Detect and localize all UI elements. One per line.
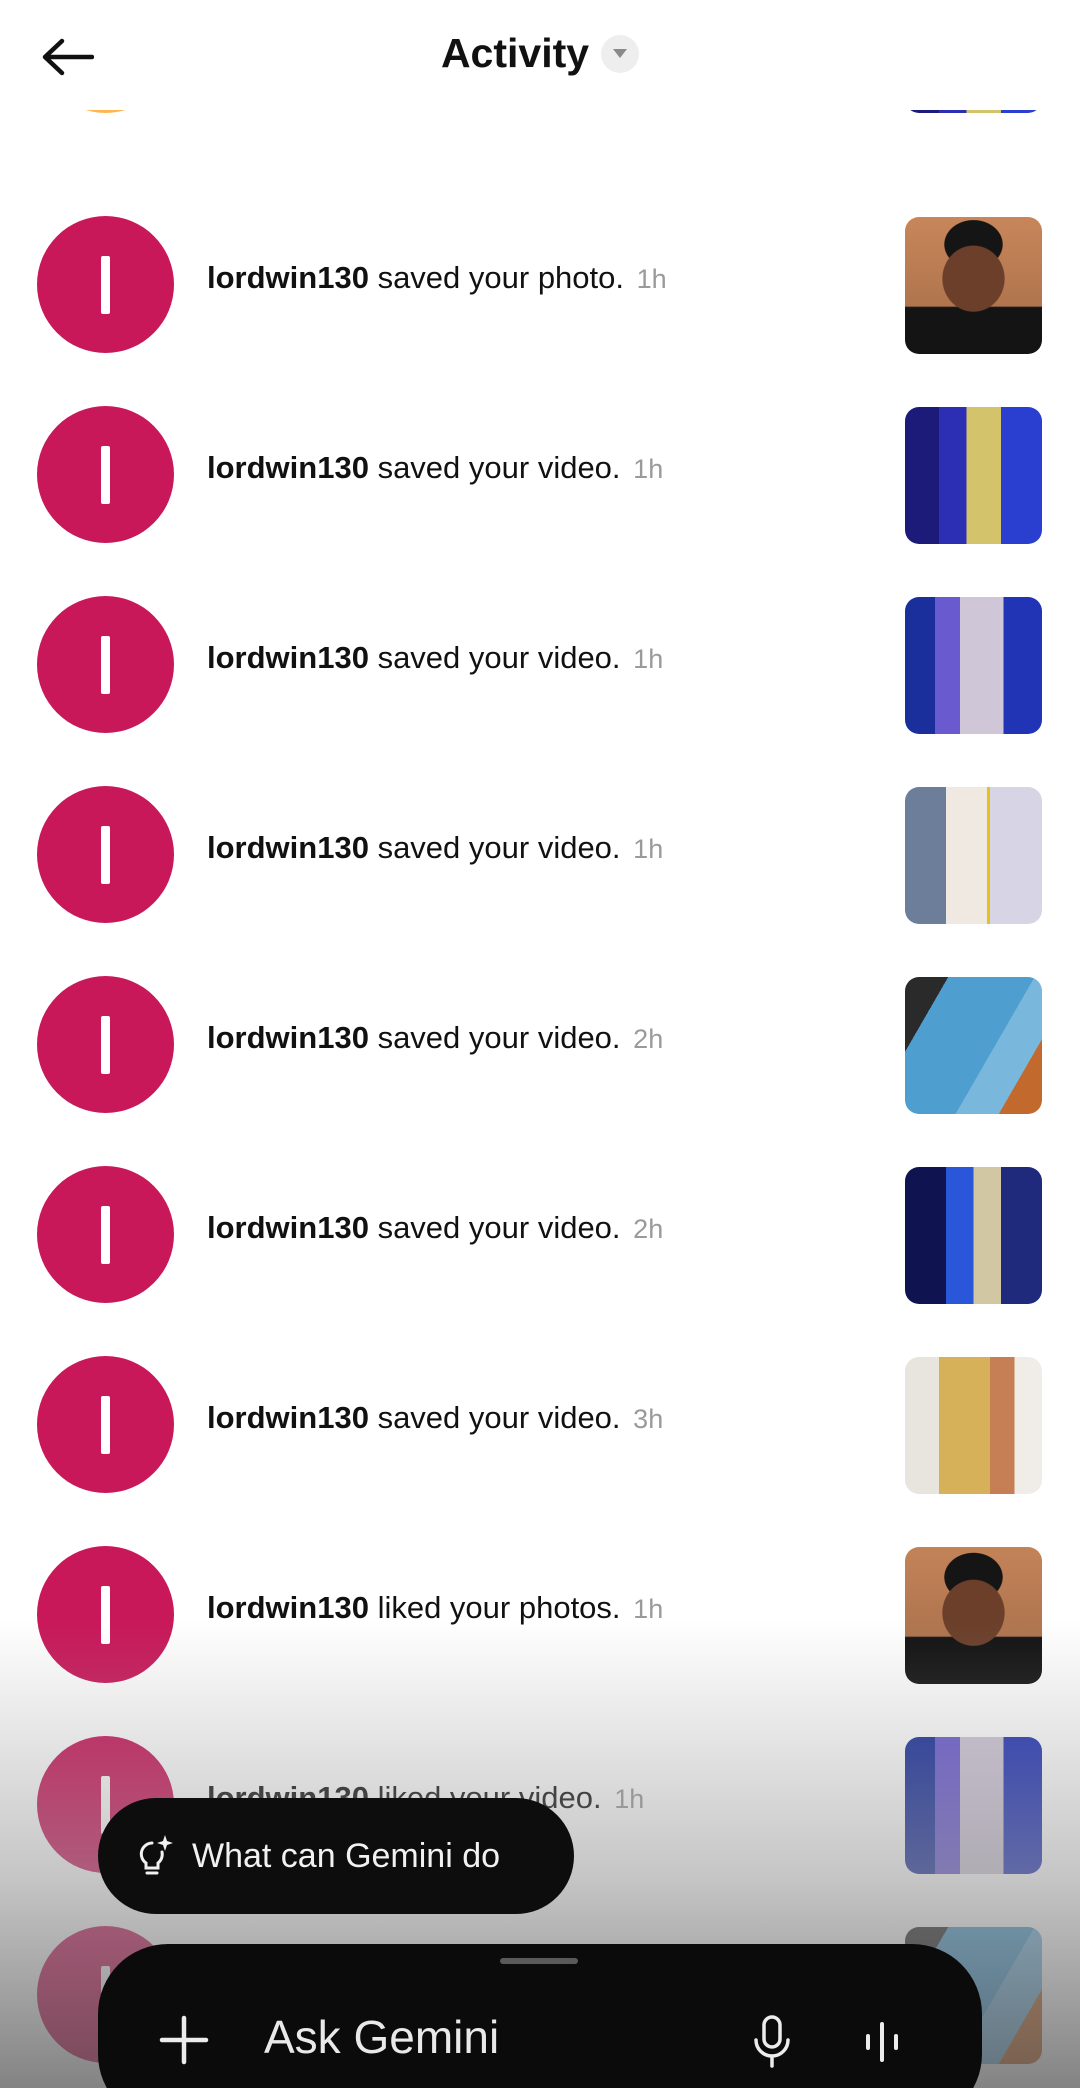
notification-time: 1h [636,264,667,294]
username[interactable]: lordwin130 [207,450,369,485]
username[interactable]: lordwin130 [207,1210,369,1245]
notification-time: 2h [633,1024,664,1054]
add-button[interactable] [154,2010,214,2070]
post-thumbnail[interactable] [905,1357,1042,1494]
notification-text[interactable]: lordwin130 saved your photo. 1h [207,260,667,296]
gemini-input-bar[interactable]: Ask Gemini [98,1944,982,2088]
notification-time: 1h [633,454,664,484]
gemini-suggestion-chip[interactable]: What can Gemini do [98,1798,574,1914]
notification-action: saved your video. [377,1020,621,1055]
post-thumbnail[interactable] [905,597,1042,734]
ask-gemini-input[interactable]: Ask Gemini [264,2010,499,2064]
list-item[interactable]: lordwin130 saved your video. 1h [0,570,1080,760]
list-item[interactable]: lordwin130 saved your video. 2h [0,1140,1080,1330]
notification-time: 3h [633,1404,664,1434]
username[interactable]: lordwin130 [207,830,369,865]
username[interactable]: lordwin130 [207,1020,369,1055]
notification-text[interactable]: lordwin130 saved your video. 2h [207,1210,663,1246]
avatar[interactable] [37,596,174,733]
post-thumbnail[interactable] [905,977,1042,1114]
microphone-icon [754,2015,790,2068]
lightbulb-sparkle-icon [139,1835,173,1875]
notification-action: saved your video. [377,830,621,865]
drag-handle[interactable] [500,1958,578,1964]
notification-action: saved your video. [377,450,621,485]
chevron-down-icon[interactable] [601,34,640,73]
notification-time: 1h [633,1594,664,1624]
list-item[interactable]: lordwin130 saved your video. 1h [0,760,1080,950]
avatar[interactable] [37,216,174,353]
avatar[interactable] [37,406,174,543]
waveform-icon [866,2022,898,2062]
list-item[interactable]: lordwin130 saved your video. 2h [0,950,1080,1140]
notification-text[interactable]: lordwin130 saved your video. 3h [207,1400,663,1436]
notification-text[interactable]: lordwin130 saved your video. 1h [207,830,663,866]
list-item[interactable]: lordwin130 saved your video. 1h [0,380,1080,570]
plus-icon [159,2015,209,2065]
notification-action: saved your video. [377,640,621,675]
notification-text[interactable]: lordwin130 saved your video. 1h [207,450,663,486]
notification-text[interactable]: lordwin130 saved your video. 2h [207,1020,663,1056]
page-title: Activity [440,30,590,76]
username[interactable]: lordwin130 [207,260,369,295]
avatar[interactable] [37,786,174,923]
title-group[interactable]: Activity [0,30,1080,77]
notification-action: saved your video. [377,1210,621,1245]
post-thumbnail[interactable] [905,787,1042,924]
notification-time: 1h [633,644,664,674]
post-thumbnail[interactable] [905,407,1042,544]
microphone-button[interactable] [744,2010,800,2074]
notification-text[interactable]: lordwin130 liked your photos. 1h [207,1590,663,1626]
avatar[interactable] [37,1356,174,1493]
notification-action: liked your photos. [377,1590,621,1625]
notification-action: saved your video. [377,1400,621,1435]
notification-time: 1h [633,834,664,864]
live-voice-button[interactable] [854,2010,910,2074]
list-item[interactable]: lordwin130 liked your photos. 1h [0,1520,1080,1710]
notification-text[interactable]: lordwin130 saved your video. 1h [207,640,663,676]
username[interactable]: lordwin130 [207,1400,369,1435]
notification-action: saved your photo. [377,260,625,295]
post-thumbnail[interactable] [905,1167,1042,1304]
notification-time: 1h [614,1784,645,1814]
list-item[interactable]: lordwin130 saved your video. 3h [0,1330,1080,1520]
post-thumbnail[interactable] [905,217,1042,354]
post-thumbnail[interactable] [905,1737,1042,1874]
top-bar: Activity [0,0,1080,110]
list-item[interactable]: lordwin130 saved your photo. 1h [0,190,1080,380]
username[interactable]: lordwin130 [207,640,369,675]
activity-feed: 2h lordwin130 saved your photo. 1h lordw… [0,0,1080,2088]
notification-time: 2h [633,1214,664,1244]
username[interactable]: lordwin130 [207,1590,369,1625]
avatar[interactable] [37,1166,174,1303]
avatar[interactable] [37,1546,174,1683]
avatar[interactable] [37,976,174,1113]
post-thumbnail[interactable] [905,1547,1042,1684]
chip-label: What can Gemini do [192,1836,501,1875]
